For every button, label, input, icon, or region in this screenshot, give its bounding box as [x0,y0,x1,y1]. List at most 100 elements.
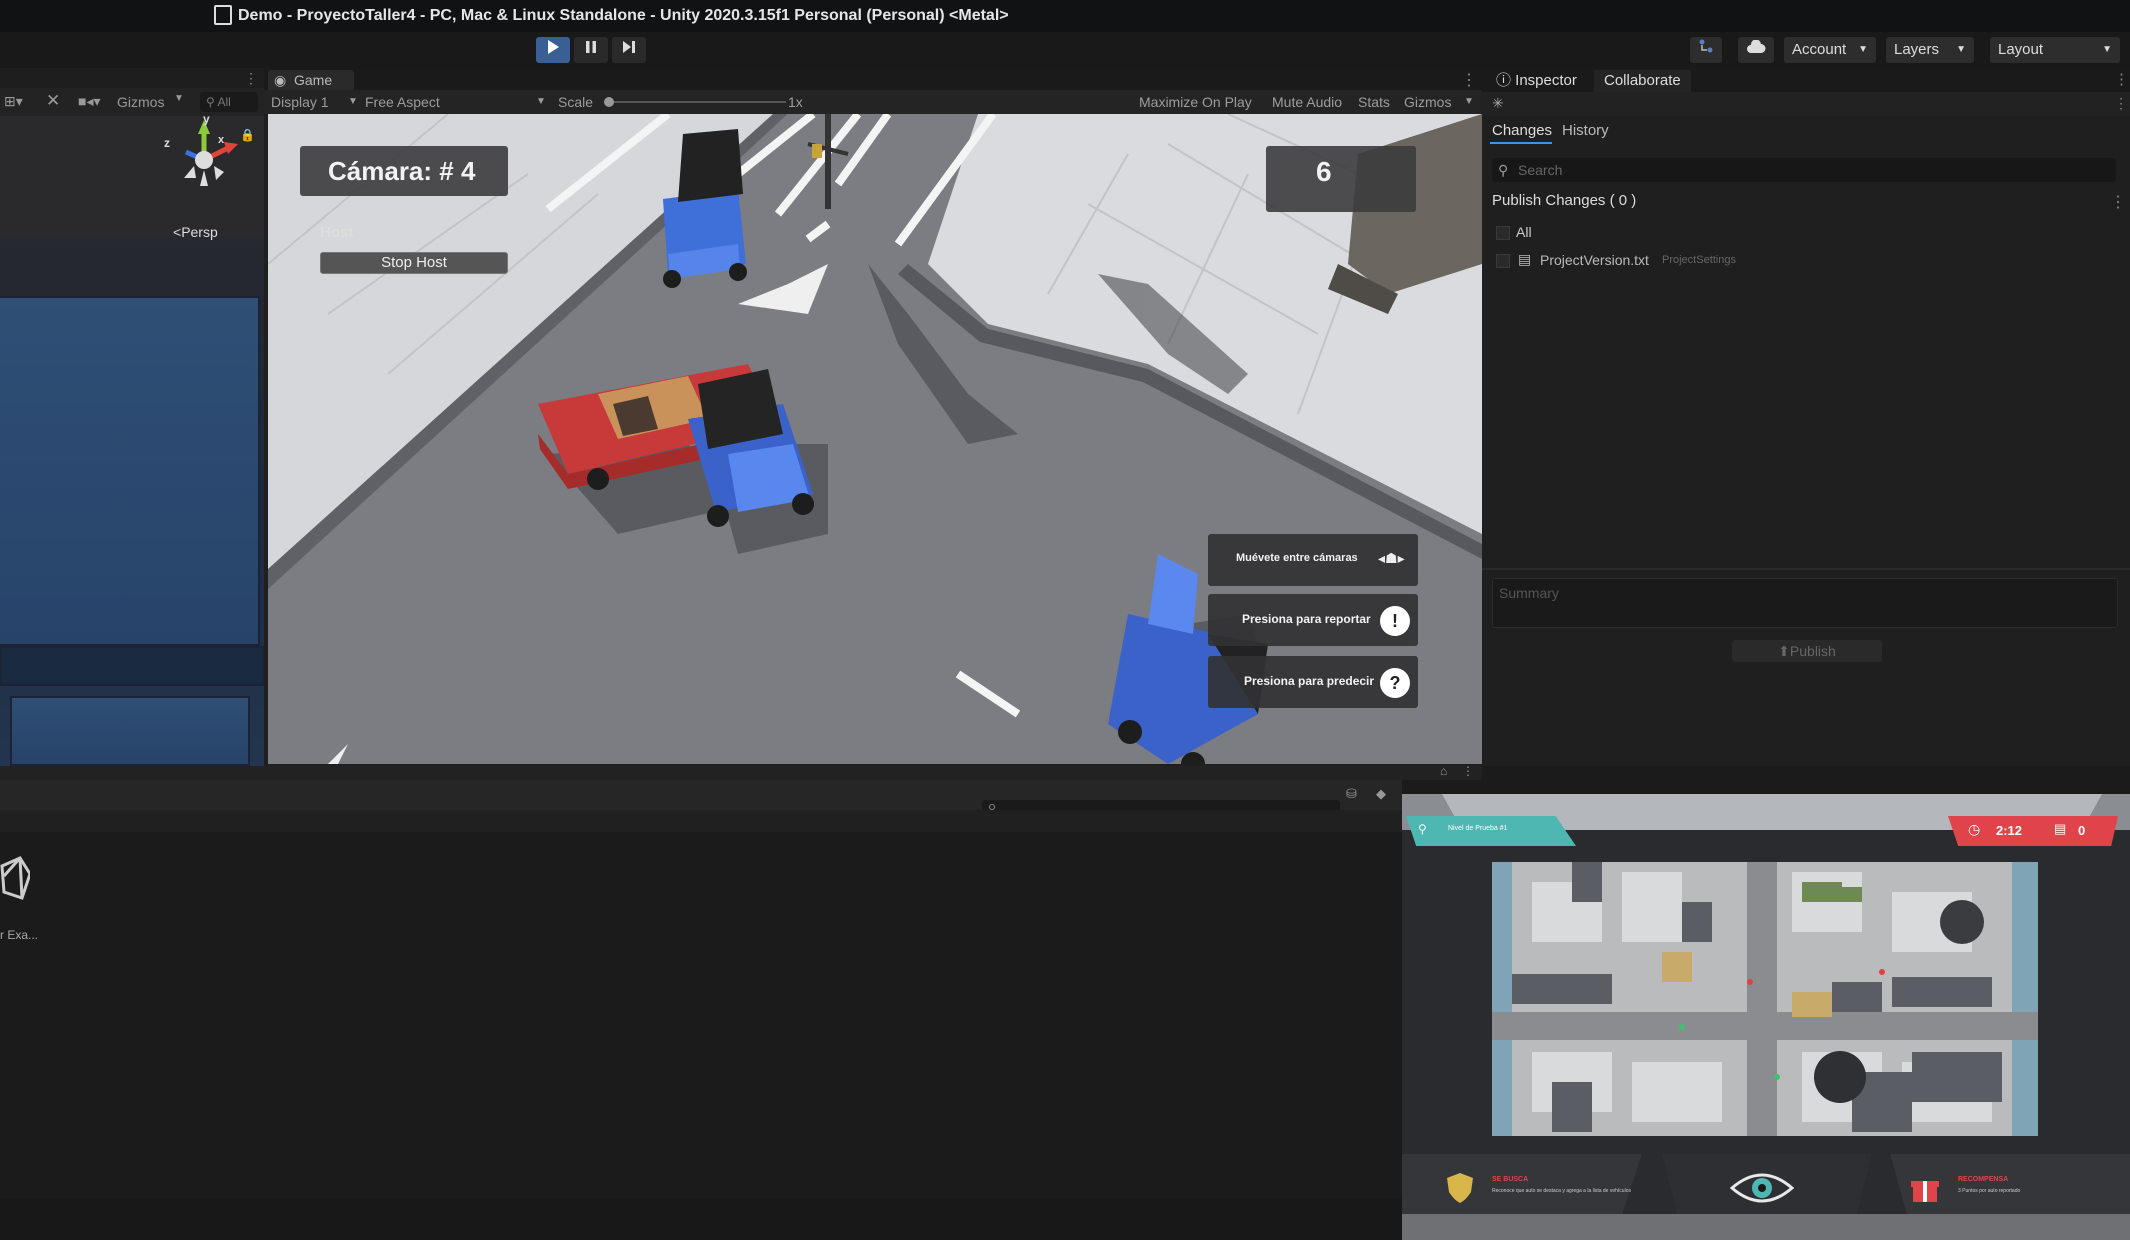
all-label: All [1516,224,1532,240]
orientation-gizmo-icon[interactable] [160,120,250,200]
predict-button[interactable]: ? [1380,668,1410,698]
all-checkbox[interactable] [1496,226,1510,240]
summary-input[interactable]: Summary [1492,578,2118,628]
maximize-toggle[interactable]: Maximize On Play [1139,94,1252,110]
gamepad-icon: ◉ [274,72,287,88]
file-name[interactable]: ProjectVersion.txt [1540,252,1649,268]
report-button[interactable]: ! [1380,606,1410,636]
panel-menu-icon[interactable]: ⋮ [1462,764,1474,778]
collab-search-input[interactable]: ⚲ Search [1492,158,2116,182]
layout-label: Layout [1998,41,2044,58]
tab-underline [1490,142,1552,144]
scene-viewport[interactable]: y x z 🔒 <Persp [0,112,264,766]
chevron-down-icon: ▼ [1464,96,1474,107]
search-icon: ⚲ [206,95,218,109]
info-icon: ⓘ [1496,72,1516,89]
filter-icon[interactable]: ⛁ [1346,786,1357,802]
tab-inspector-label: Inspector [1515,72,1577,89]
counter-panel [1266,146,1416,212]
lock-icon[interactable]: ⌂ [1440,764,1447,778]
main-toolbar: Account ▼ Layers ▼ Layout ▼ [0,32,2130,68]
scene-search-input[interactable]: ⚲ All [200,92,258,112]
collab-icon [1699,39,1713,53]
cloud-button[interactable] [1738,37,1774,63]
scene-gizmos[interactable]: Gizmos [117,94,164,110]
clipboard-icon: ▤ [2054,821,2067,836]
game-tab-row: ◉ Game ⋮ [264,68,1482,90]
camera-icon[interactable]: ■◂▾ [78,93,101,110]
play-icon [548,40,559,54]
tab-history[interactable]: History [1562,122,1609,139]
divider [1482,568,2130,570]
unity-logo-icon[interactable] [0,856,30,906]
tab-inspector[interactable]: ⓘ Inspector [1486,70,1587,92]
step-icon [623,41,635,53]
reward-text: 3 Puntos por auto reportado [1958,1188,2021,1194]
asset-label[interactable]: r Exa... [0,928,38,942]
axis-x-label: x [218,134,225,146]
layers-label: Layers [1894,41,1940,58]
display-dropdown[interactable]: Display 1 [271,94,329,110]
upload-icon: ⬆ [1778,643,1790,659]
chevron-down-icon: ▼ [174,93,184,104]
account-dropdown[interactable]: Account ▼ [1784,37,1876,63]
scale-label: Scale [558,94,594,110]
collab-button[interactable] [1690,37,1722,63]
city-map-view[interactable] [1492,862,2038,1136]
publish-button[interactable]: ⬆Publish [1732,640,1882,662]
tab-changes[interactable]: Changes [1492,122,1552,139]
wanted-title: SE BUSCA [1492,1176,1529,1183]
reward-title: RECOMPENSA [1958,1176,2009,1183]
camera-label: Cámara: # 4 [328,156,476,186]
scene-panel: ⋮ ⊞▾ ✕ ■◂▾ Gizmos ▼ ⚲ All y x z 🔒 <Persp [0,68,264,766]
panel-menu-icon[interactable]: ⋮ [2114,70,2129,88]
layers-dropdown[interactable]: Layers ▼ [1886,37,1974,63]
shading-icon[interactable]: ⊞▾ [4,93,23,110]
lock-icon[interactable]: 🔒 [240,128,255,142]
hint-predict-label: Presiona para predecir [1244,674,1375,688]
aspect-dropdown[interactable]: Free Aspect [365,94,440,110]
panel-menu-icon[interactable]: ⋮ [244,70,258,87]
game-preview-window[interactable]: Nivel de Prueba #1 ⚲ ◷ 2:12 ▤ 0 SE BUSCA… [1402,794,2130,1240]
label-icon[interactable]: ◆ [1376,786,1386,802]
clock-icon: ◷ [1968,821,1981,837]
window-title: Demo - ProyectoTaller4 - PC, Mac & Linux… [238,7,1009,24]
panel-menu-icon[interactable]: ⋮ [2114,95,2128,112]
gizmos-toggle[interactable]: Gizmos [1404,94,1451,110]
tab-game[interactable]: ◉ Game [268,70,354,90]
map-pin-icon: ⚲ [1418,822,1427,836]
game-viewport[interactable]: Cámara: # 4 Host Stop Host 6 Muévete ent… [268,114,1482,764]
stats-toggle[interactable]: Stats [1358,94,1390,110]
layout-dropdown[interactable]: Layout ▼ [1990,37,2120,63]
file-icon: ▤ [1518,251,1532,267]
scene-search-text: All [217,95,231,109]
file-dir: ProjectSettings [1662,254,1736,266]
mute-toggle[interactable]: Mute Audio [1272,94,1342,110]
scale-slider-handle[interactable] [604,97,614,107]
panel-menu-icon[interactable]: ⋮ [1461,70,1477,90]
building-shape [0,296,260,646]
step-button[interactable] [612,37,646,63]
search-placeholder: Search [1518,162,1563,178]
tab-collaborate[interactable]: Collaborate [1594,70,1691,92]
scale-slider[interactable] [604,101,786,103]
play-button[interactable] [536,37,570,63]
pause-button[interactable] [574,37,608,63]
building-shape [10,696,250,766]
collab-subbar: ✳ ⋮ [1482,92,2130,116]
tools-icon[interactable]: ✕ [46,91,60,111]
stop-host-button[interactable]: Stop Host [320,252,508,274]
persp-toggle[interactable]: <Persp [173,224,218,240]
chevron-down-icon: ▼ [536,96,546,107]
game-panel: ◉ Game ⋮ Display 1 ▼ Free Aspect ▼ Scale… [264,68,1482,766]
file-checkbox[interactable] [1496,254,1510,268]
inspector-tab-row: ⓘ Inspector Collaborate ⋮ [1482,68,2130,92]
count-label: 0 [2078,823,2086,838]
project-toolbar: ⚲ ⛁ ◆ [0,780,1402,820]
game-toolbar: Display 1 ▼ Free Aspect ▼ Scale 1x Maxim… [264,90,1482,114]
inspector-panel: ⓘ Inspector Collaborate ⋮ ✳ ⋮ Changes Hi… [1482,68,2130,766]
menu-icon[interactable]: ⋮ [2110,192,2126,212]
title-bar: Demo - ProyectoTaller4 - PC, Mac & Linux… [0,0,2130,32]
hint-move-label: Muévete entre cámaras [1236,552,1358,564]
eye-icon[interactable] [1730,1170,1794,1206]
